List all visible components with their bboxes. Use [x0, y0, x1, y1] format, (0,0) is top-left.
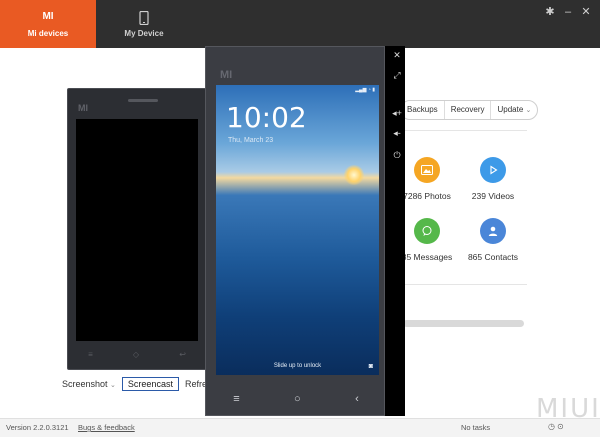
back-icon: ↩: [179, 350, 186, 359]
bugs-feedback-link[interactable]: Bugs & feedback: [78, 423, 135, 432]
screencast-button[interactable]: Screencast: [121, 377, 179, 391]
device-screen: [76, 119, 198, 341]
recovery-button[interactable]: Recovery: [445, 101, 492, 119]
videos-count: 239 Videos: [471, 191, 515, 201]
photos-icon: [414, 157, 440, 183]
tab-my-device-label: My Device: [124, 29, 164, 38]
messages-count: 85 Messages: [401, 252, 453, 262]
backup-button-group: Backups Recovery Update ⌄: [400, 100, 539, 120]
screenshot-button[interactable]: Screenshot ⌄: [62, 379, 116, 389]
status-bar: Version 2.2.0.3121 Bugs & feedback No ta…: [0, 418, 600, 437]
menu-icon: ≡: [88, 350, 93, 359]
phone-icon: [96, 10, 192, 26]
volume-down-icon[interactable]: ◂-: [391, 128, 403, 139]
lockscreen-clock: 10:02: [226, 101, 307, 134]
miui-watermark: MIUI: [536, 394, 600, 424]
divider: [395, 130, 527, 131]
tab-my-device[interactable]: My Device: [96, 0, 192, 48]
storage-progress-bar: [403, 320, 524, 327]
tab-mi-devices-label: Mi devices: [27, 29, 69, 38]
device-nav-bar: ≡ ◇ ↩: [68, 350, 206, 359]
camera-icon[interactable]: ◙: [369, 363, 373, 370]
update-button[interactable]: Update ⌄: [491, 101, 537, 119]
home-icon: ◇: [132, 350, 140, 359]
volume-up-icon[interactable]: ◂+: [391, 108, 403, 119]
videos-stat[interactable]: 239 Videos: [453, 157, 533, 201]
screencast-logo: MI: [220, 69, 233, 81]
screencast-phone: MI ▂▄▆ ◔ ▮ 10:02 Thu, March 23 Slide up …: [205, 46, 385, 416]
update-label: Update: [497, 105, 524, 114]
mi-logo-icon: MI: [42, 11, 54, 22]
speaker-grille: [128, 99, 158, 102]
photos-count: 7286 Photos: [403, 191, 451, 201]
divider: [395, 284, 527, 285]
play-icon: [480, 157, 506, 183]
minimize-icon[interactable]: –: [562, 6, 574, 18]
device-actions: Screenshot ⌄ Screencast Refresh: [62, 377, 216, 391]
chevron-down-icon: ⌄: [110, 382, 116, 389]
contact-icon: [480, 218, 506, 244]
screencast-nav-bar: ≡ ○ ‹: [206, 393, 386, 405]
chevron-down-icon: ⌄: [525, 107, 532, 114]
message-icon: [414, 218, 440, 244]
close-icon[interactable]: ✕: [580, 6, 592, 18]
screenshot-label: Screenshot: [62, 379, 108, 389]
device-logo: MI: [78, 103, 88, 113]
tasks-status: No tasks: [461, 423, 491, 432]
sun-glow: [344, 165, 364, 185]
fullscreen-icon[interactable]: ⤢: [391, 70, 403, 81]
lockscreen-date: Thu, March 23: [228, 137, 274, 144]
tab-mi-devices[interactable]: MI Mi devices: [0, 0, 96, 48]
device-preview: MI ≡ ◇ ↩: [67, 88, 207, 370]
home-icon[interactable]: ○: [294, 393, 301, 405]
back-icon[interactable]: ‹: [355, 393, 359, 405]
menu-icon[interactable]: ≡: [233, 393, 239, 405]
version-text: Version 2.2.0.3121: [6, 423, 69, 432]
lockscreen[interactable]: ▂▄▆ ◔ ▮ 10:02 Thu, March 23 Slide up to …: [216, 85, 379, 375]
power-icon[interactable]: ⏻: [391, 150, 403, 161]
settings-icon[interactable]: ✱: [544, 6, 556, 18]
backups-button[interactable]: Backups: [401, 101, 445, 119]
close-icon[interactable]: ✕: [391, 50, 403, 61]
window-controls: ✱ – ✕: [544, 6, 592, 18]
phone-status-bar: ▂▄▆ ◔ ▮: [355, 87, 375, 93]
title-bar: MI Mi devices My Device ✱ – ✕: [0, 0, 600, 48]
screencast-window: MI ▂▄▆ ◔ ▮ 10:02 Thu, March 23 Slide up …: [205, 46, 405, 416]
slide-to-unlock: Slide up to unlock: [273, 363, 322, 369]
contacts-stat[interactable]: 865 Contacts: [453, 218, 533, 262]
contacts-count: 865 Contacts: [467, 252, 519, 262]
